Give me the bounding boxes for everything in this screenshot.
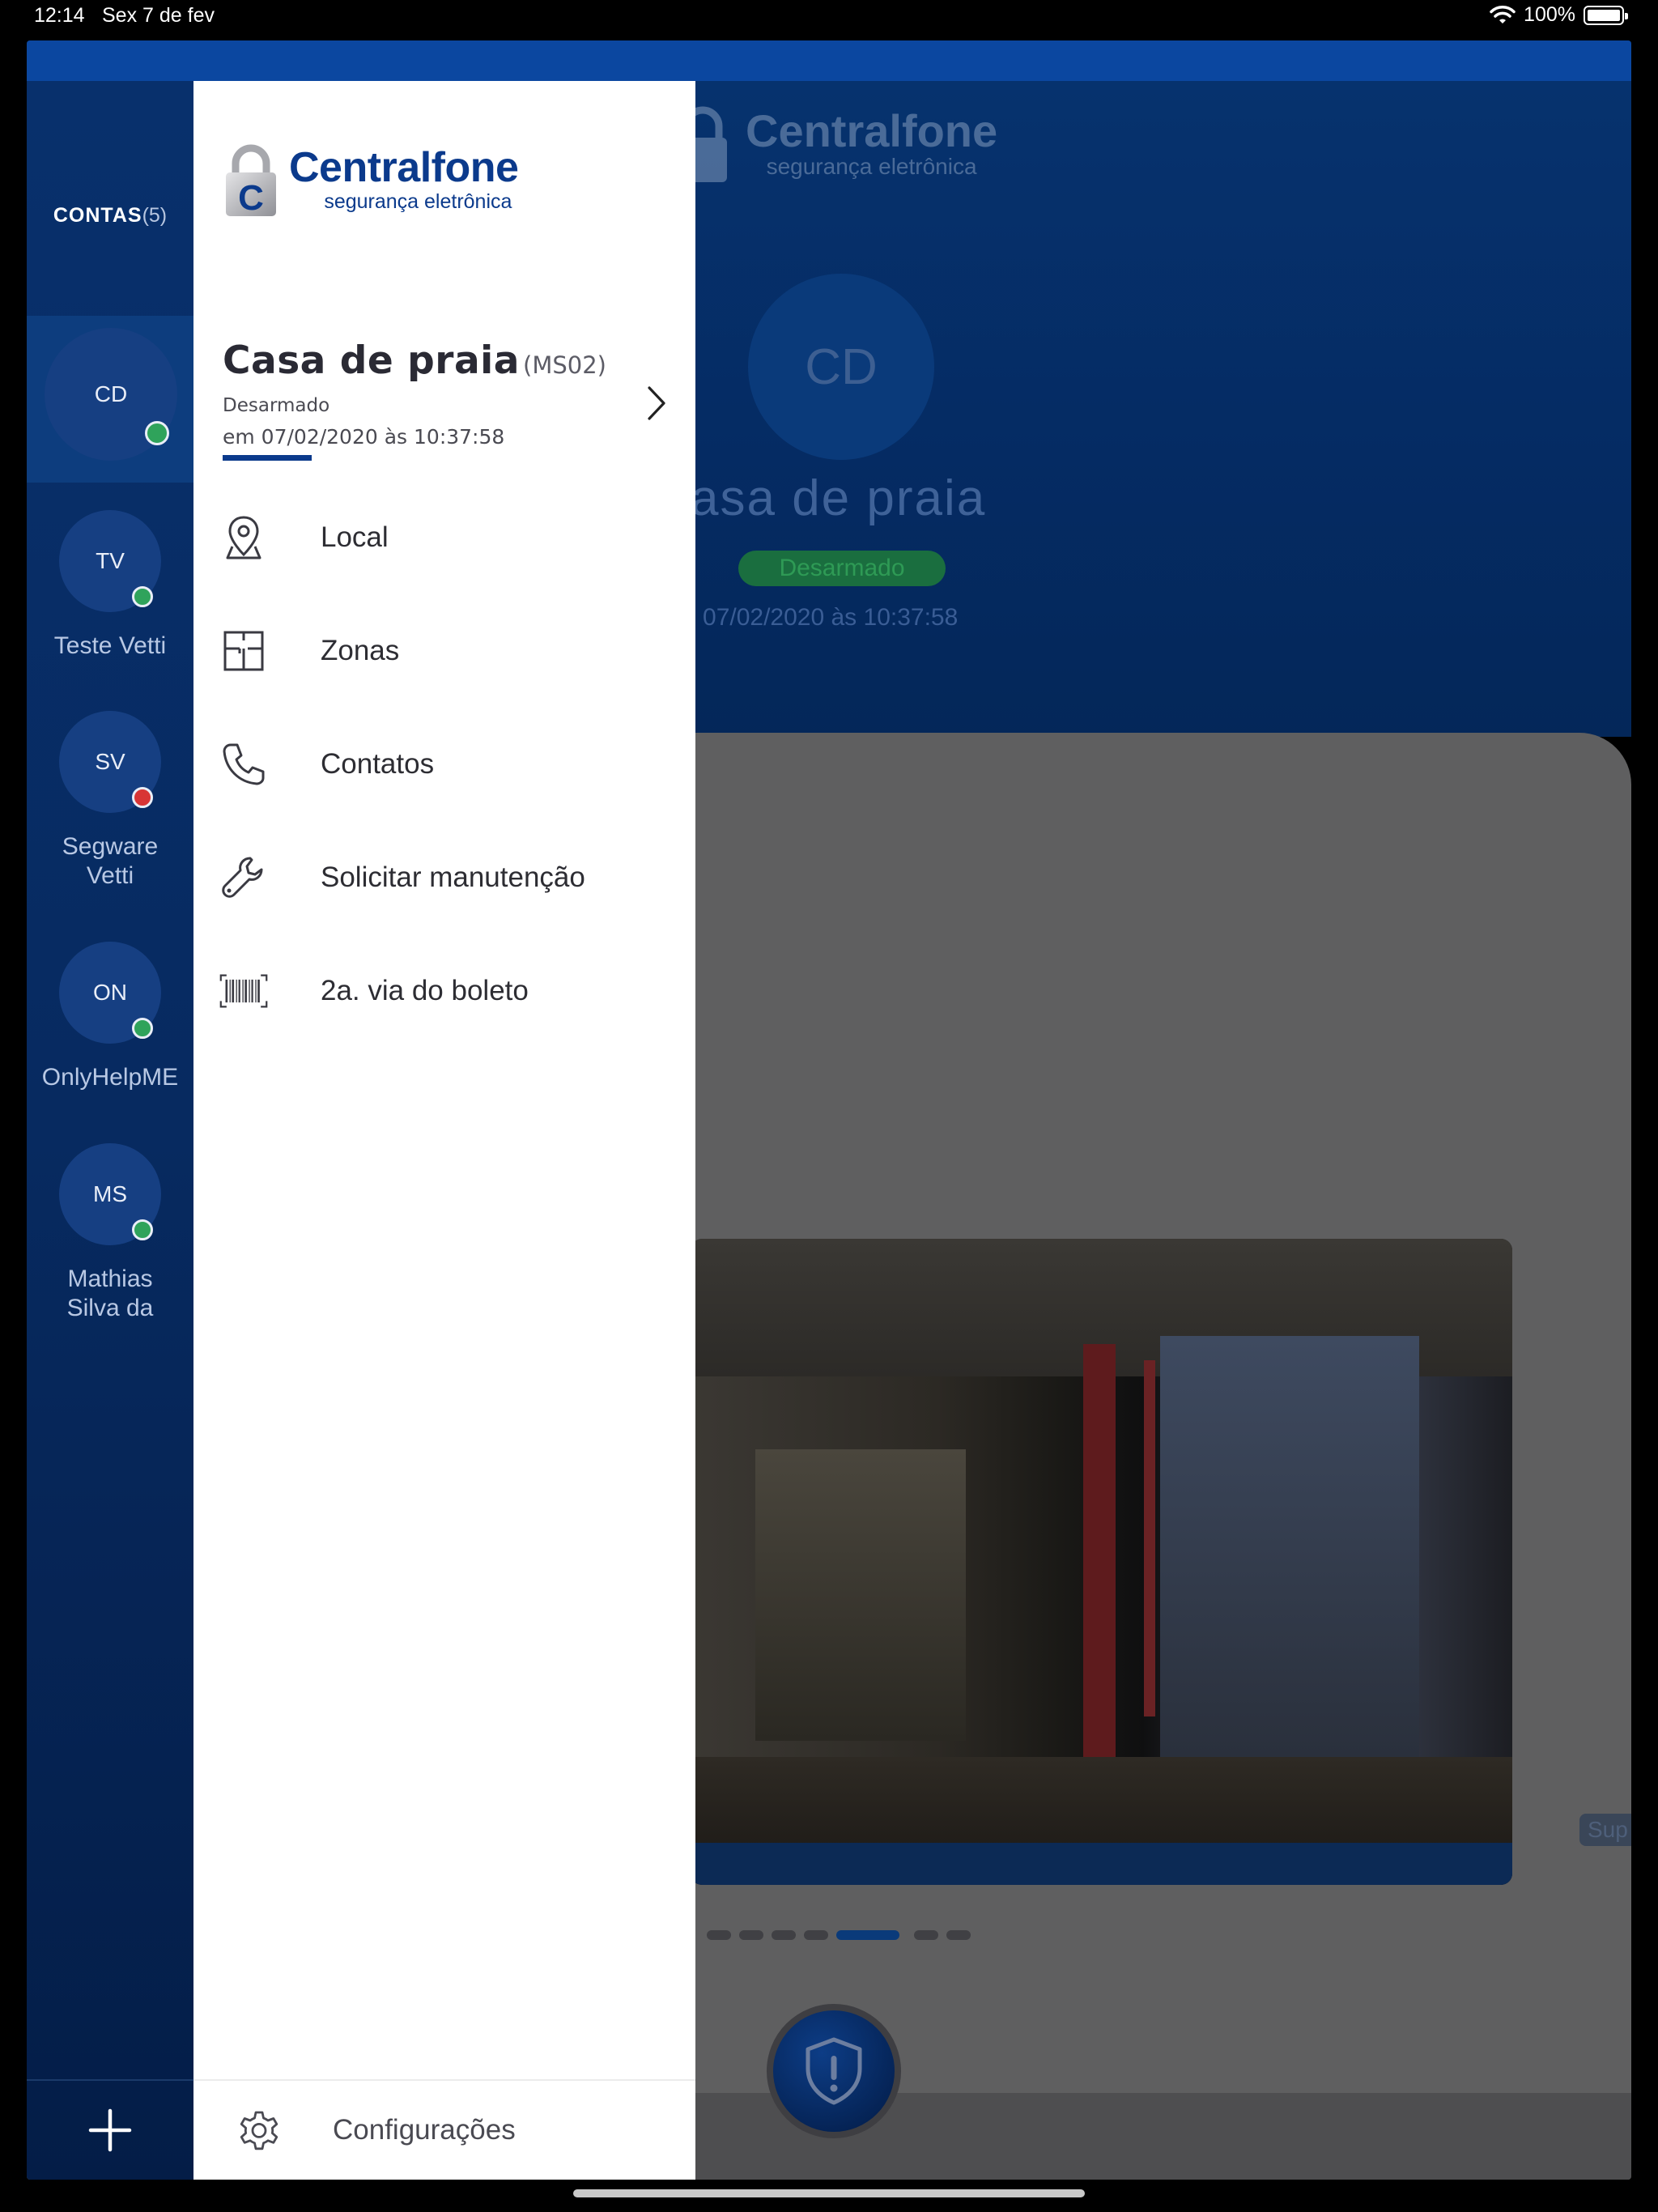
main-logo: Centralfone segurança eletrônica <box>674 104 997 185</box>
main-logo-name: Centralfone <box>746 105 998 156</box>
camera-feed[interactable] <box>691 1239 1512 1885</box>
map-pin-icon <box>219 513 268 562</box>
carousel-indicator[interactable] <box>707 1930 971 1940</box>
app-frame: Centralfone segurança eletrônica CD asa … <box>27 40 1631 2180</box>
carousel-dot[interactable] <box>772 1930 796 1940</box>
accounts-label: CONTAS <box>53 204 142 227</box>
account-label: Segware Vetti <box>62 833 159 889</box>
main-logo-sub: segurança eletrônica <box>766 154 977 179</box>
account-label: Mathias Silva da <box>66 1266 154 1321</box>
carousel-dot[interactable] <box>914 1930 938 1940</box>
status-date: Sex 7 de fev <box>102 4 215 27</box>
drawer-account-name: Casa de praia <box>223 338 521 383</box>
main-account-title: asa de praia <box>691 470 987 526</box>
side-drawer: C Centralfone segurança eletrônica Casa … <box>193 81 695 2180</box>
accounts-header: CONTAS(5) <box>27 204 193 228</box>
account-status-dot <box>132 1219 153 1240</box>
carousel-dot[interactable] <box>946 1930 971 1940</box>
menu-item-zonas[interactable]: Zonas <box>193 610 695 691</box>
wifi-icon <box>1490 5 1516 23</box>
settings-label: Configurações <box>333 2114 516 2146</box>
drawer-logo: C Centralfone segurança eletrônica <box>223 142 519 218</box>
status-time: 12:14 <box>34 4 85 27</box>
account-status-dot <box>132 1018 153 1039</box>
account-status-dot <box>145 421 169 445</box>
account-item-on[interactable]: ON OnlyHelpME <box>27 942 193 1136</box>
account-status-dot <box>132 787 153 808</box>
shield-alert-icon <box>806 2037 862 2105</box>
gear-icon <box>240 2111 278 2150</box>
panic-button[interactable] <box>767 2004 901 2138</box>
wrench-icon <box>219 853 268 902</box>
account-item-tv[interactable]: TV Teste Vetti <box>27 510 193 704</box>
menu-item-boleto[interactable]: 2a. via do boleto <box>193 951 695 1032</box>
camera-caption-bar <box>691 1843 1512 1885</box>
menu-item-label: Solicitar manutenção <box>321 861 585 893</box>
account-status-dot <box>132 586 153 607</box>
battery-percent: 100% <box>1524 3 1575 26</box>
menu-item-label: Contatos <box>321 748 435 780</box>
phone-icon <box>219 740 268 789</box>
menu-item-contatos[interactable]: Contatos <box>193 724 695 805</box>
accounts-sidebar: CONTAS(5) CD TV Teste Vetti SV Segware V… <box>27 81 193 2180</box>
menu-item-label: 2a. via do boleto <box>321 975 529 1006</box>
home-indicator[interactable] <box>573 2189 1085 2197</box>
top-strip <box>27 40 1631 81</box>
floor-plan-icon <box>219 627 268 675</box>
carousel-dot[interactable] <box>804 1930 828 1940</box>
main-status-timestamp: n 07/02/2020 às 10:37:58 <box>682 604 959 631</box>
menu-item-manutencao[interactable]: Solicitar manutenção <box>193 837 695 918</box>
drawer-logo-sub: segurança eletrônica <box>324 189 512 213</box>
drawer-logo-name: Centralfone <box>289 143 519 191</box>
menu-item-label: Local <box>321 521 389 553</box>
account-item-ms[interactable]: MS Mathias Silva da <box>27 1143 193 1370</box>
chevron-right-icon[interactable] <box>640 379 673 428</box>
carousel-dot[interactable] <box>739 1930 763 1940</box>
drawer-account-status: Desarmado <box>223 395 330 416</box>
drawer-account-code: (MS02) <box>523 351 606 379</box>
main-account-avatar: CD <box>748 274 934 460</box>
main-status-badge: Desarmado <box>738 551 946 586</box>
menu-item-local[interactable]: Local <box>193 497 695 578</box>
account-item-sv[interactable]: SV Segware Vetti <box>27 711 193 938</box>
status-right: 100% <box>1490 3 1628 27</box>
carousel-dot-active[interactable] <box>836 1930 899 1940</box>
padlock-logo-icon: C <box>226 144 276 218</box>
drawer-account-header[interactable]: Casa de praia (MS02) <box>223 338 676 383</box>
account-label: OnlyHelpME <box>41 1064 179 1091</box>
status-bar: 12:14 Sex 7 de fev 100% <box>0 0 1658 32</box>
carousel-dot[interactable] <box>707 1930 731 1940</box>
svg-text:C: C <box>238 178 264 218</box>
drawer-account-timestamp: em 07/02/2020 às 10:37:58 <box>223 425 505 449</box>
barcode-icon <box>219 967 268 1015</box>
menu-item-label: Zonas <box>321 635 400 666</box>
settings-button[interactable]: Configurações <box>193 2079 695 2180</box>
add-account-button[interactable] <box>27 2079 193 2180</box>
account-item-cd[interactable]: CD <box>27 316 193 483</box>
side-tab[interactable]: Sup <box>1579 1814 1631 1846</box>
plus-icon <box>88 2108 132 2152</box>
account-label: Teste Vetti <box>53 632 167 659</box>
drawer-account-underline <box>223 455 312 461</box>
accounts-count: (5) <box>142 204 168 227</box>
battery-icon <box>1584 5 1628 25</box>
